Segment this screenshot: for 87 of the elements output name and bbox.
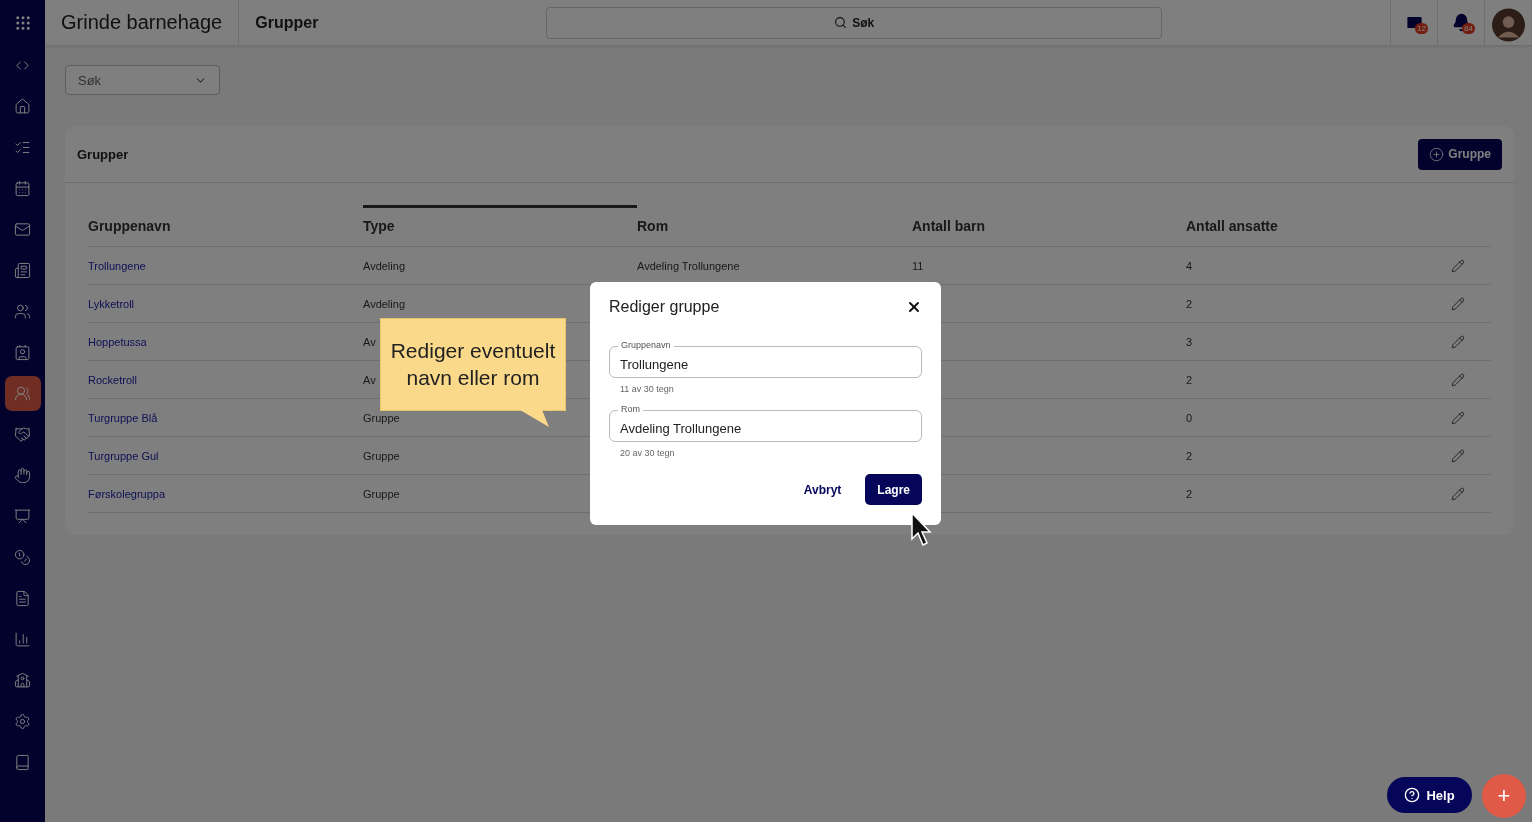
mail-button[interactable]: 12: [1390, 0, 1437, 45]
group-icon: [14, 385, 31, 402]
document-icon: [14, 590, 31, 607]
table-cell: Gruppe: [363, 449, 400, 462]
column-header[interactable]: Gruppenavn: [88, 205, 363, 247]
dialog-title: Rediger gruppe: [609, 298, 720, 316]
field-label: Gruppenavn: [618, 340, 674, 350]
pencil-icon: [1451, 410, 1465, 425]
table-cell: Av: [363, 373, 376, 386]
table-cell: 11: [912, 259, 924, 272]
character-count: 11 av 30 tegn: [620, 384, 675, 394]
field-value: Avdeling Trollungene: [620, 420, 742, 436]
character-count: 20 av 30 tegn: [620, 448, 676, 458]
group-link[interactable]: Turgruppe Gul: [88, 449, 159, 462]
edit-button[interactable]: [1451, 258, 1465, 273]
column-header[interactable]: Antall barn: [912, 205, 1186, 247]
avatar-icon: [1492, 8, 1525, 42]
group-link[interactable]: Rocketroll: [88, 373, 137, 386]
table-cell: Avdeling Trollungene: [637, 259, 740, 272]
group-link[interactable]: Lykketroll: [88, 297, 135, 310]
bell-button[interactable]: 84: [1437, 0, 1484, 45]
table-cell: Avdeling: [363, 297, 405, 310]
pencil-icon: [1451, 486, 1465, 501]
help-button[interactable]: Help: [1387, 777, 1472, 813]
table-cell: Av: [363, 335, 376, 348]
field-value: Trollungene: [620, 356, 689, 372]
edit-button[interactable]: [1451, 410, 1465, 425]
pencil-icon: [1451, 258, 1465, 273]
edit-button[interactable]: [1451, 296, 1465, 311]
close-button[interactable]: [906, 299, 922, 315]
checklist-icon: [14, 139, 31, 156]
pencil-icon: [1451, 372, 1465, 387]
coins-icon: [14, 549, 31, 566]
table-cell: 2: [1186, 487, 1193, 500]
column-header[interactable]: Antall ansatte: [1186, 205, 1451, 247]
edit-button[interactable]: [1451, 372, 1465, 387]
pencil-icon: [1451, 448, 1465, 463]
bar-chart-icon: [14, 631, 31, 648]
search-field[interactable]: Søk: [546, 6, 1163, 39]
calendar-icon: [14, 180, 31, 197]
group-link[interactable]: Førskolegruppa: [88, 487, 166, 500]
table-cell: Gruppe: [363, 487, 400, 500]
badge-icon: [14, 344, 31, 361]
field-label: Rom: [618, 404, 643, 414]
sidebar-item[interactable]: [4, 376, 41, 411]
table-cell: 4: [1186, 259, 1193, 272]
callout-text: Rediger eventuelt navn eller rom: [389, 338, 557, 391]
column-header[interactable]: Type: [363, 205, 637, 247]
help-icon: [1404, 787, 1421, 803]
table-cell: Avdeling: [363, 259, 405, 272]
edit-button[interactable]: [1451, 334, 1465, 349]
count-badge: 12: [1415, 23, 1428, 34]
grid-icon: [13, 13, 32, 32]
save-button[interactable]: Lagre: [865, 474, 922, 505]
pencil-icon: [1451, 296, 1465, 311]
table-cell: 3: [1186, 335, 1193, 348]
home-icon: [14, 98, 31, 115]
edit-button[interactable]: [1451, 448, 1465, 463]
add-button[interactable]: +: [1482, 774, 1526, 818]
count-badge: 84: [1462, 23, 1475, 34]
people-icon: [14, 303, 31, 320]
handshake-icon: [14, 426, 31, 443]
school-icon: [14, 672, 31, 689]
hand-icon: [14, 467, 31, 484]
newspaper-icon: [14, 262, 31, 279]
cancel-button[interactable]: Avbryt: [797, 481, 848, 498]
group-link[interactable]: Turgruppe Blå: [88, 411, 158, 424]
close-icon: [906, 299, 922, 315]
page-title: Grupper: [238, 0, 547, 45]
app-title: Grinde barnehage: [60, 11, 224, 34]
add-group-button[interactable]: Gruppe: [1418, 138, 1502, 170]
search-dropdown[interactable]: Søk: [65, 65, 220, 95]
book-icon: [14, 754, 31, 771]
table-cell: 2: [1186, 449, 1193, 462]
edit-button[interactable]: [1451, 486, 1465, 501]
column-header[interactable]: Rom: [637, 205, 912, 247]
group-link[interactable]: Hoppetussa: [88, 335, 147, 348]
table-cell: 0: [1186, 411, 1193, 424]
table-cell: 2: [1186, 297, 1193, 310]
table-cell: 2: [1186, 373, 1193, 386]
plus-icon: [1429, 146, 1445, 162]
pencil-icon: [1451, 334, 1465, 349]
search-icon: [834, 16, 848, 29]
card-title: Grupper: [77, 146, 129, 162]
settings-icon: [14, 713, 31, 730]
group-link[interactable]: Trollungene: [88, 259, 146, 272]
table-cell: Gruppe: [363, 411, 400, 424]
